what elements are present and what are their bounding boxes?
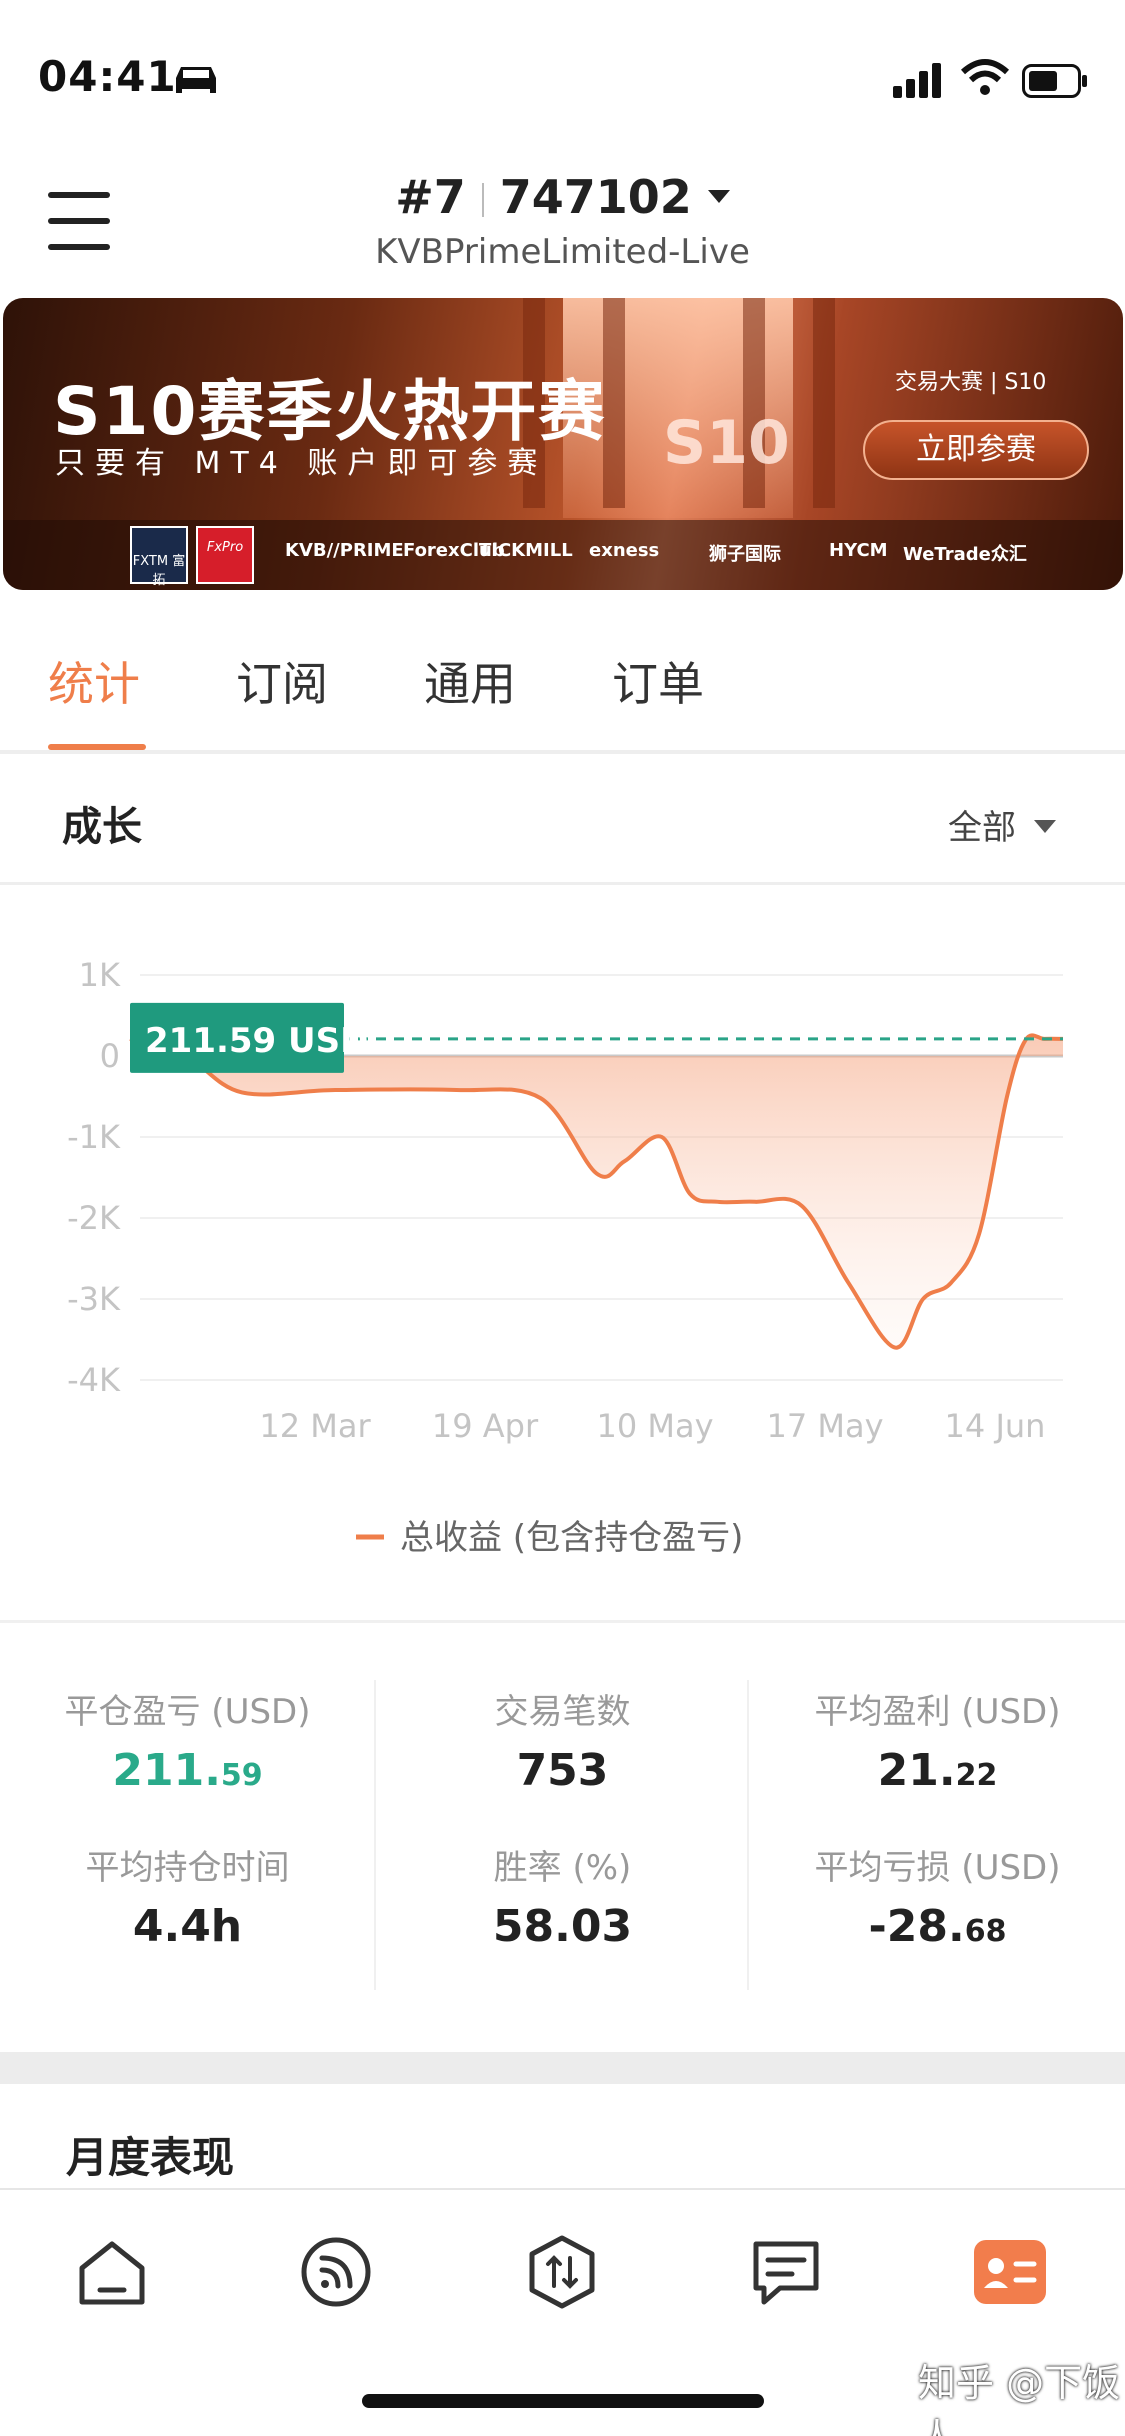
sponsor-logo: 狮子国际 xyxy=(709,544,781,565)
x-tick-label: 19 Apr xyxy=(432,1407,539,1445)
stat-win-rate: 胜率 (%) 58.03 xyxy=(375,1840,750,1952)
stat-label: 平仓盈亏 (USD) xyxy=(64,1692,311,1732)
stat-value: 4.4h xyxy=(132,1901,243,1952)
current-value-label: 211.59 USD xyxy=(145,1021,368,1061)
monthly-performance-title: 月度表现 xyxy=(66,2133,235,2182)
sponsor-logo: FXTM 富拓 xyxy=(130,526,188,588)
home-icon[interactable] xyxy=(72,2232,152,2312)
banner-season-mark: S10 xyxy=(663,408,790,478)
growth-chart[interactable]: 1K 0 -1K -2K -3K -4K 211.59 USD 12 Mar 19 Apr 1… xyxy=(0,885,1125,1620)
legend-label: 总收益 (包含持仓盈亏) xyxy=(400,1518,743,1558)
chevron-down-icon xyxy=(1034,820,1056,833)
range-value: 全部 xyxy=(948,808,1016,848)
y-tick-label: 1K xyxy=(79,956,121,994)
status-bar: 04:41 xyxy=(0,0,1125,150)
x-tick-label: 14 Jun xyxy=(945,1407,1046,1445)
server-name: KVBPrimeLimited-Live xyxy=(375,232,750,272)
y-tick-label: -4K xyxy=(67,1361,121,1399)
stat-value: 211.59 xyxy=(112,1745,263,1796)
account-number: 747102 xyxy=(499,170,692,224)
stat-value: 58.03 xyxy=(492,1901,633,1952)
chevron-down-icon xyxy=(707,190,730,203)
x-tick-label: 10 May xyxy=(596,1407,713,1445)
home-indicator[interactable] xyxy=(362,2394,764,2408)
tab-bar: 统计 订阅 通用 订单 xyxy=(0,608,1125,750)
stat-label: 平均持仓时间 xyxy=(85,1848,290,1888)
sponsor-logo: KVB//PRIME xyxy=(285,540,404,561)
stat-closed-pnl: 平仓盈亏 (USD) 211.59 xyxy=(0,1684,375,1796)
stat-label: 交易笔数 xyxy=(494,1692,631,1732)
stat-value: 753 xyxy=(516,1745,609,1796)
tab-subscribe[interactable]: 订阅 xyxy=(236,648,328,714)
account-rank: #7 xyxy=(395,170,466,224)
y-tick-label: 0 xyxy=(100,1037,120,1075)
stat-avg-hold-time: 平均持仓时间 4.4h xyxy=(0,1840,375,1952)
stat-avg-profit: 平均盈利 (USD) 21.22 xyxy=(750,1684,1125,1796)
growth-title: 成长 xyxy=(62,804,142,850)
sponsor-logo: TICKMILL xyxy=(479,540,573,561)
profile-card-icon[interactable] xyxy=(970,2232,1050,2312)
wifi-icon xyxy=(960,59,1010,95)
sponsor-logo: exness xyxy=(589,540,660,561)
x-tick-label: 17 May xyxy=(766,1407,883,1445)
promo-banner[interactable]: S10赛季火热开赛 只要有 MT4 账户即可参赛 交易大赛 | S10 S10 … xyxy=(3,298,1123,590)
current-value-tag: 211.59 USD xyxy=(130,1002,368,1073)
trade-icon[interactable] xyxy=(522,2232,602,2312)
chart-legend: 总收益 (包含持仓盈亏) xyxy=(356,1518,743,1558)
feed-icon[interactable] xyxy=(296,2232,376,2312)
banner-brand: 交易大赛 | S10 xyxy=(895,370,1047,395)
y-tick-label: -3K xyxy=(67,1280,121,1318)
message-icon[interactable] xyxy=(746,2232,826,2312)
cellular-signal-icon xyxy=(893,63,941,98)
watermark: 知乎 @下饭人 xyxy=(918,2361,1121,2436)
battery-icon xyxy=(1022,64,1087,98)
range-dropdown[interactable]: 全部 xyxy=(948,800,1056,849)
car-icon xyxy=(176,67,216,93)
y-tick-label: -2K xyxy=(67,1199,121,1237)
tab-general[interactable]: 通用 xyxy=(424,648,516,714)
stat-value: 21.22 xyxy=(877,1745,998,1796)
stat-label: 平均盈利 (USD) xyxy=(814,1692,1061,1732)
tab-orders[interactable]: 订单 xyxy=(612,648,704,714)
join-contest-button[interactable]: 立即参赛 xyxy=(863,420,1089,480)
sponsor-logo: HYCM xyxy=(829,540,888,561)
banner-subtitle: 只要有 MT4 账户即可参赛 xyxy=(55,446,548,481)
stat-label: 胜率 (%) xyxy=(493,1848,632,1888)
account-selector[interactable]: #7 747102 xyxy=(0,170,1125,224)
stat-value: -28.68 xyxy=(868,1901,1007,1952)
sponsor-logo: WeTrade众汇 xyxy=(903,544,1027,565)
stat-label: 平均亏损 (USD) xyxy=(814,1848,1061,1888)
stat-avg-loss: 平均亏损 (USD) -28.68 xyxy=(750,1840,1125,1952)
sponsor-logo: FxPro xyxy=(196,526,254,584)
y-tick-label: -1K xyxy=(67,1118,121,1156)
tab-stats[interactable]: 统计 xyxy=(48,648,140,714)
stat-trade-count: 交易笔数 753 xyxy=(375,1684,750,1796)
status-time: 04:41 xyxy=(38,52,177,101)
x-tick-label: 12 Mar xyxy=(259,1407,371,1445)
